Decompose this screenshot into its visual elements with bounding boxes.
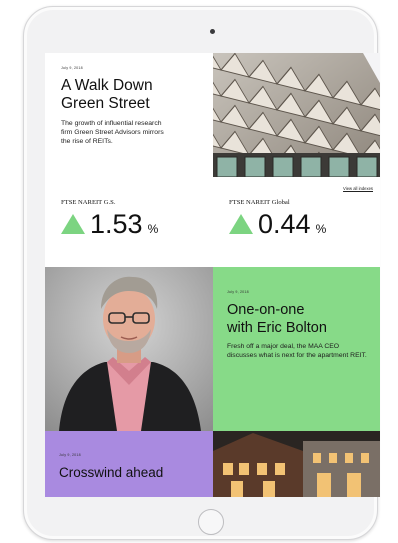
home-button-icon[interactable] [198,509,224,535]
story-title: One-on-one with Eric Bolton [227,301,377,337]
building-night-image[interactable] [213,431,380,497]
story-title-line2: with Eric Bolton [227,320,327,336]
story-title-line2: Green Street [61,95,150,112]
story-card-green-street[interactable]: July 9, 2018 A Walk Down Green Street Th… [45,53,213,177]
index-card[interactable]: FTSE NAREIT Global 0.44 % [229,199,326,238]
index-label: FTSE NAREIT Global [229,199,290,206]
camera-icon [210,29,215,34]
index-label: FTSE NAREIT G.S. [61,199,116,206]
index-value-row: 1.53 % [61,211,158,238]
story-date: July 9, 2018 [59,453,81,457]
story-title: Crosswind ahead [59,465,164,480]
index-unit: % [147,222,159,236]
view-all-indexes-link[interactable]: View all indexes [343,186,373,191]
story-title: A Walk Down Green Street [61,77,201,113]
building-facade-image[interactable] [213,53,380,177]
index-value: 1.53 [90,209,143,239]
index-value-row: 0.44 % [229,211,326,238]
story-title-line1: One-on-one [227,302,305,318]
up-arrow-icon [229,214,253,234]
ceo-portrait-illustration [45,267,213,431]
app-screen: July 9, 2018 A Walk Down Green Street Th… [45,53,380,497]
story-dek: Fresh off a major deal, the MAA CEO disc… [227,343,367,359]
building-night-illustration [213,431,380,497]
portrait-photo[interactable] [45,267,213,431]
index-unit: % [315,222,327,236]
story-dek: The growth of influential research firm … [61,120,164,145]
market-index-bar: View all indexes FTSE NAREIT G.S. 1.53 %… [45,177,380,267]
up-arrow-icon [61,214,85,234]
index-card[interactable]: FTSE NAREIT G.S. 1.53 % [61,199,158,238]
building-facade-illustration [213,53,380,177]
story-card-crosswind[interactable]: July 9, 2018 Crosswind ahead [45,431,213,497]
story-date: July 9, 2018 [61,66,83,70]
index-value: 0.44 [258,209,311,239]
story-date: July 9, 2018 [227,290,249,294]
story-title-line1: A Walk Down [61,77,153,94]
story-card-eric-bolton[interactable]: July 9, 2018 One-on-one with Eric Bolton… [213,267,380,431]
